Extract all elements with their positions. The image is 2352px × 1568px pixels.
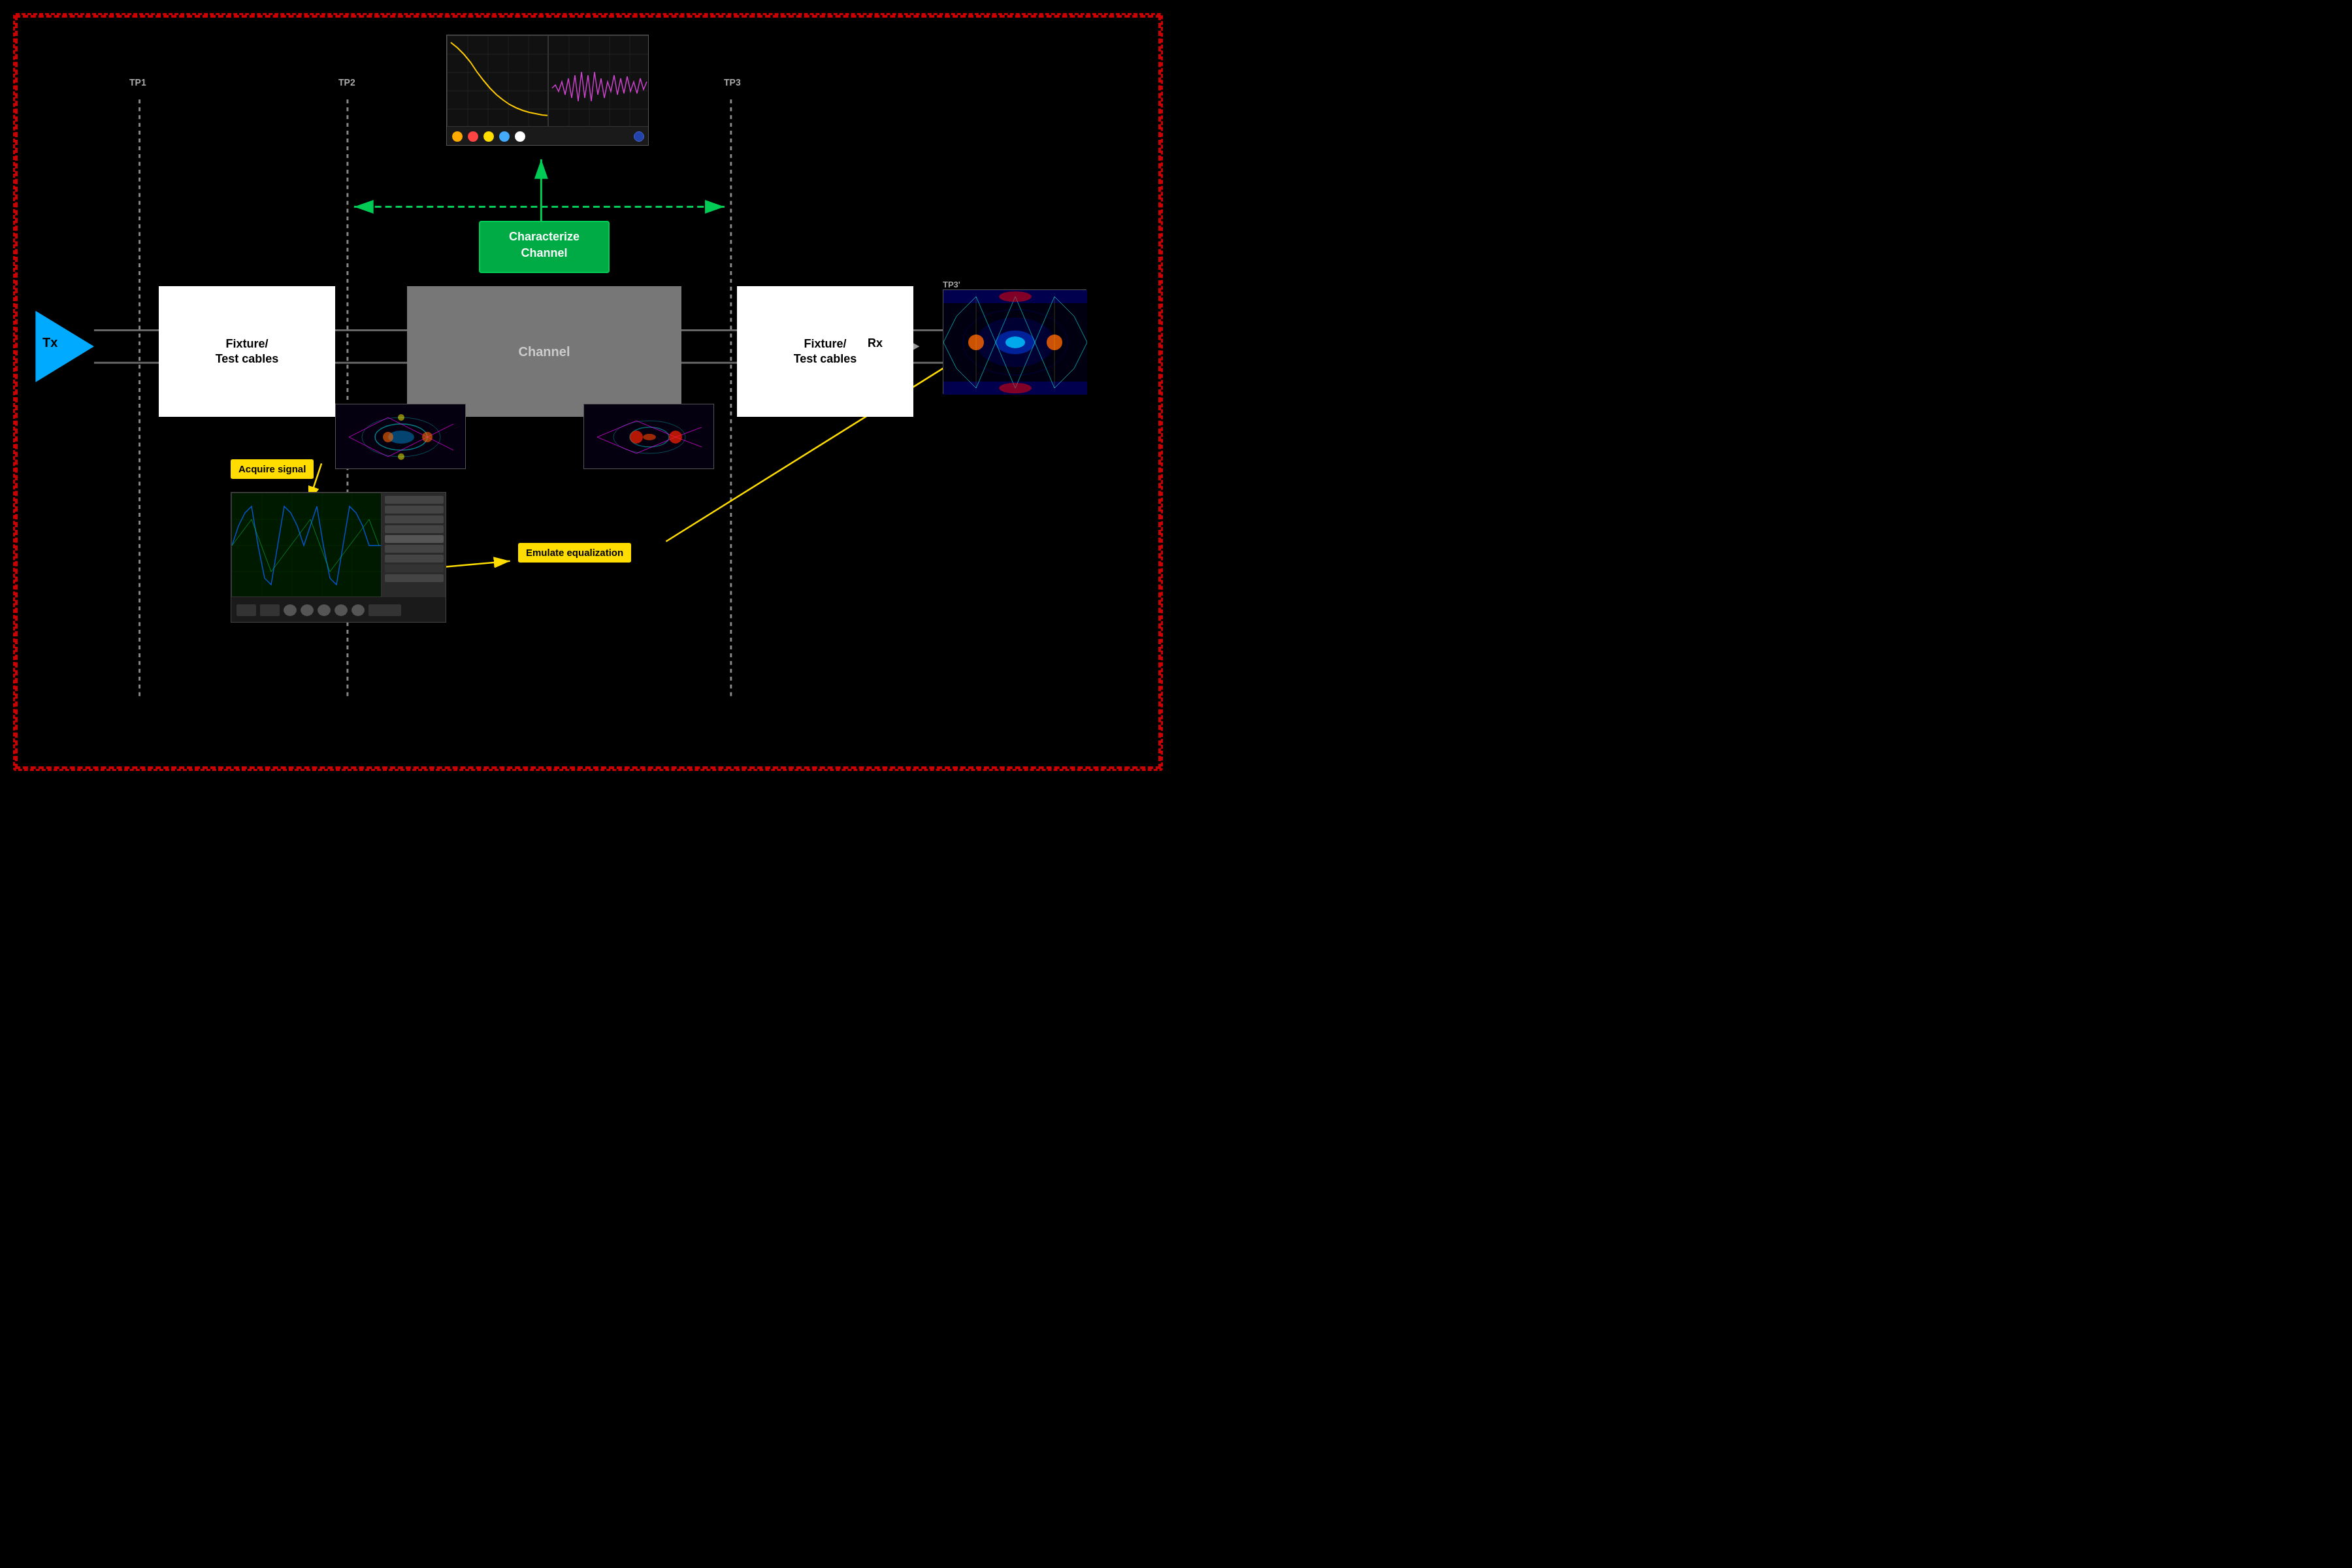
acquire-signal-text: Acquire signal	[238, 463, 306, 474]
emulate-equalization-label: Emulate equalization	[518, 543, 631, 563]
tp2-label: TP2	[338, 77, 355, 88]
eye-diagram-tp3	[583, 404, 714, 469]
tp3prime-label: TP3'	[943, 280, 960, 289]
tp1-label: TP1	[129, 77, 146, 88]
svg-point-48	[398, 453, 404, 460]
svg-point-46	[422, 432, 433, 442]
characterize-channel-box[interactable]: Characterize Channel	[479, 221, 610, 273]
fixture-left-label: Fixture/Test cables	[216, 336, 279, 367]
svg-line-13	[438, 561, 510, 568]
eye-diagram-tp3prime	[943, 289, 1086, 394]
channel-box: Channel	[407, 286, 681, 417]
tp3-label: TP3	[724, 77, 741, 88]
svg-point-45	[383, 432, 393, 442]
svg-rect-61	[232, 493, 382, 597]
svg-point-73	[1005, 336, 1025, 348]
characterize-channel-label: Characterize Channel	[492, 229, 596, 261]
fixture-right-label: Fixture/Test cables	[794, 336, 857, 367]
rx-label: Rx	[868, 336, 883, 350]
channel-label: Channel	[519, 344, 570, 359]
svg-point-59	[630, 431, 643, 444]
chart-display	[446, 35, 649, 146]
fixture-left-box: Fixture/Test cables	[159, 286, 335, 417]
emulate-equalization-text: Emulate equalization	[526, 547, 623, 558]
oscilloscope-display	[231, 492, 446, 623]
acquire-signal-label: Acquire signal	[231, 459, 314, 479]
svg-point-60	[669, 431, 682, 444]
svg-point-81	[999, 383, 1032, 393]
main-diagram: TP1 TP2 TP3 Tx Rx Fixture/Test cables Ch…	[13, 13, 1163, 771]
svg-point-47	[398, 414, 404, 421]
svg-point-52	[643, 434, 656, 440]
fixture-right-box: Fixture/Test cables	[737, 286, 913, 417]
tx-label: Tx	[42, 335, 57, 350]
eye-diagram-tp2	[335, 404, 466, 469]
svg-point-80	[999, 291, 1032, 302]
